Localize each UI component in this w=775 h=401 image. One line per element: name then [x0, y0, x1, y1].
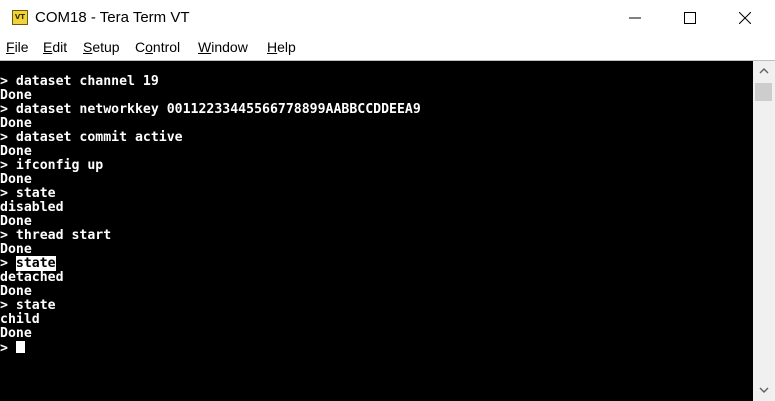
- terminal-line: Done: [0, 242, 32, 257]
- scroll-up-button[interactable]: [753, 61, 775, 81]
- prompt: >: [0, 256, 16, 271]
- menu-window[interactable]: Window: [198, 39, 248, 55]
- window-title: COM18 - Tera Term VT: [35, 9, 190, 26]
- terminal-line-selected: > state: [0, 256, 56, 271]
- terminal-screen[interactable]: > dataset channel 19 Done > dataset netw…: [0, 61, 753, 401]
- scrollbar-thumb[interactable]: [755, 83, 772, 101]
- terminal-line: Done: [0, 116, 32, 131]
- minimize-button[interactable]: [608, 0, 663, 36]
- close-icon: [739, 12, 751, 24]
- menu-edit[interactable]: Edit: [43, 39, 67, 55]
- menu-setup[interactable]: Setup: [83, 39, 120, 55]
- menu-bar: File Edit Setup Control Window Help: [0, 36, 775, 60]
- minimize-icon: [629, 17, 641, 19]
- terminal-line: > state: [0, 298, 56, 313]
- terminal-line: > state: [0, 186, 56, 201]
- tera-term-app-icon[interactable]: VT: [12, 10, 28, 25]
- chevron-down-icon: [759, 387, 769, 393]
- terminal-line: > dataset commit active: [0, 130, 183, 145]
- menu-help[interactable]: Help: [267, 39, 296, 55]
- terminal-line: > dataset networkkey 0011223344556677889…: [0, 102, 421, 117]
- terminal-line: Done: [0, 284, 32, 299]
- text-cursor: [15, 341, 25, 353]
- scroll-down-button[interactable]: [753, 381, 775, 401]
- chevron-up-icon: [759, 68, 769, 74]
- terminal-line: > ifconfig up: [0, 158, 104, 173]
- terminal-line: child: [0, 312, 40, 327]
- vertical-scrollbar[interactable]: [753, 61, 775, 401]
- terminal-line: Done: [0, 172, 32, 187]
- terminal-line: Done: [0, 326, 32, 341]
- terminal-line: Done: [0, 214, 32, 229]
- maximize-icon: [684, 12, 696, 24]
- title-bar[interactable]: VT COM18 - Tera Term VT: [0, 0, 775, 36]
- terminal-line: disabled: [0, 200, 64, 215]
- terminal-line: Done: [0, 88, 32, 103]
- terminal-prompt-line: >: [0, 341, 25, 356]
- maximize-button[interactable]: [663, 0, 718, 36]
- terminal-line: > dataset channel 19: [0, 74, 159, 89]
- terminal-line: Done: [0, 144, 32, 159]
- prompt: >: [0, 341, 16, 356]
- terminal-line: > thread start: [0, 228, 112, 243]
- terminal-line: detached: [0, 270, 64, 285]
- close-button[interactable]: [718, 0, 773, 36]
- menu-control[interactable]: Control: [135, 39, 180, 55]
- selected-text: state: [15, 256, 56, 271]
- menu-file[interactable]: File: [6, 39, 29, 55]
